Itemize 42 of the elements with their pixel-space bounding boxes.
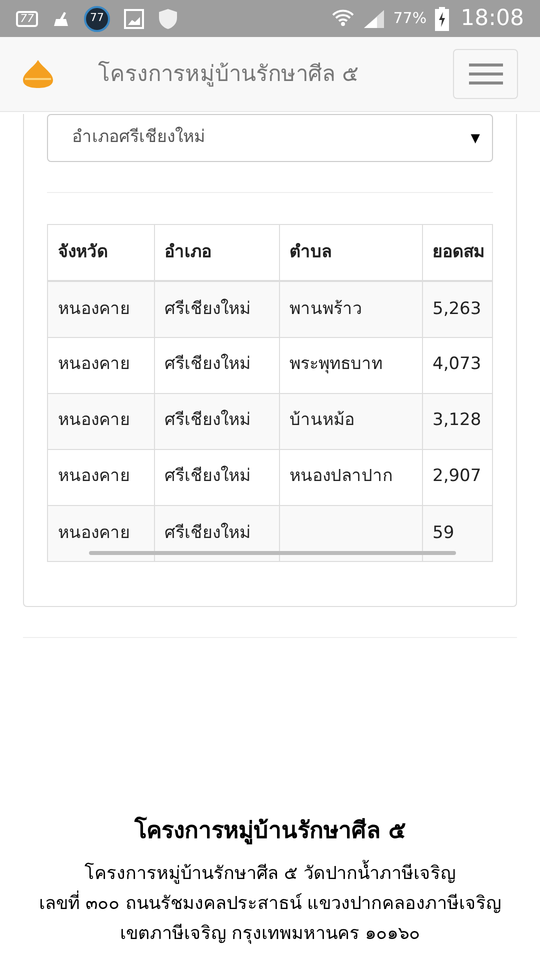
table-cell: หนองปลาปาก — [290, 466, 392, 486]
cleaner-icon — [52, 10, 70, 26]
signal-icon — [363, 8, 386, 28]
table-cell: 59 — [432, 522, 454, 542]
table-cell: 4,073 — [432, 354, 482, 374]
column-header: ตำบล — [279, 225, 422, 281]
column-header: ยอดสม — [422, 225, 492, 281]
table-cell: ศรีเชียงใหม่ — [164, 522, 250, 542]
caret-icon: ▼ — [470, 129, 480, 147]
clock-time: 18:08 — [460, 5, 524, 33]
table-cell: 3,128 — [432, 410, 482, 430]
battery-charging-icon — [434, 6, 449, 30]
table-cell: หนองคาย — [58, 466, 130, 486]
table-cell: บ้านหม้อ — [290, 410, 354, 430]
table-cell: ศรีเชียงใหม่ — [164, 298, 250, 318]
logo-icon — [22, 59, 54, 89]
column-header: อำเภอ — [154, 225, 279, 281]
table-cell: หนองคาย — [58, 354, 130, 374]
district-select[interactable]: อำเภอศรีเชียงใหม่ ▼ — [47, 114, 493, 162]
navbar-title[interactable]: โครงการหมู่บ้านรักษาศีล ๕ — [98, 58, 359, 90]
table-cell: หนองคาย — [58, 298, 130, 318]
table-cell: ศรีเชียงใหม่ — [164, 354, 250, 374]
table-cell: พระพุทธบาท — [290, 354, 382, 374]
notification-badge: 77 — [84, 6, 110, 32]
table-cell: ศรีเชียงใหม่ — [164, 410, 250, 430]
footer-title: โครงการหมู่บ้านรักษาศีล ๕ — [134, 816, 406, 846]
table-cell: 2,907 — [432, 466, 482, 486]
footer-address: โครงการหมู่บ้านรักษาศีล ๕ วัดปากน้ำภาษีเจริญ — [84, 858, 456, 888]
footer-address: เขตภาษีเจริญ กรุงเทพมหานคร ๑๐๑๖๐ — [120, 922, 420, 946]
table-cell: หนองคาย — [58, 410, 130, 430]
menu-button[interactable] — [453, 49, 518, 99]
shield-icon — [158, 8, 178, 30]
footer-address: เลขที่ ๓๐๐ ถนนรัชมงคลประสาธน์ แขวงปากคลองภาษีเจริญ — [38, 890, 502, 916]
table-cell: หนองคาย — [58, 522, 130, 542]
menu-icon — [468, 63, 502, 85]
column-header: จังหวัด — [48, 225, 154, 281]
battery-percent: 77% — [393, 8, 427, 30]
table-cell: 5,263 — [432, 298, 482, 318]
table-cell: ศรีเชียงใหม่ — [164, 466, 250, 486]
table-cell: พานพร้าว — [290, 298, 362, 318]
notification-badge: 77 — [16, 10, 38, 26]
image-icon — [124, 8, 144, 28]
